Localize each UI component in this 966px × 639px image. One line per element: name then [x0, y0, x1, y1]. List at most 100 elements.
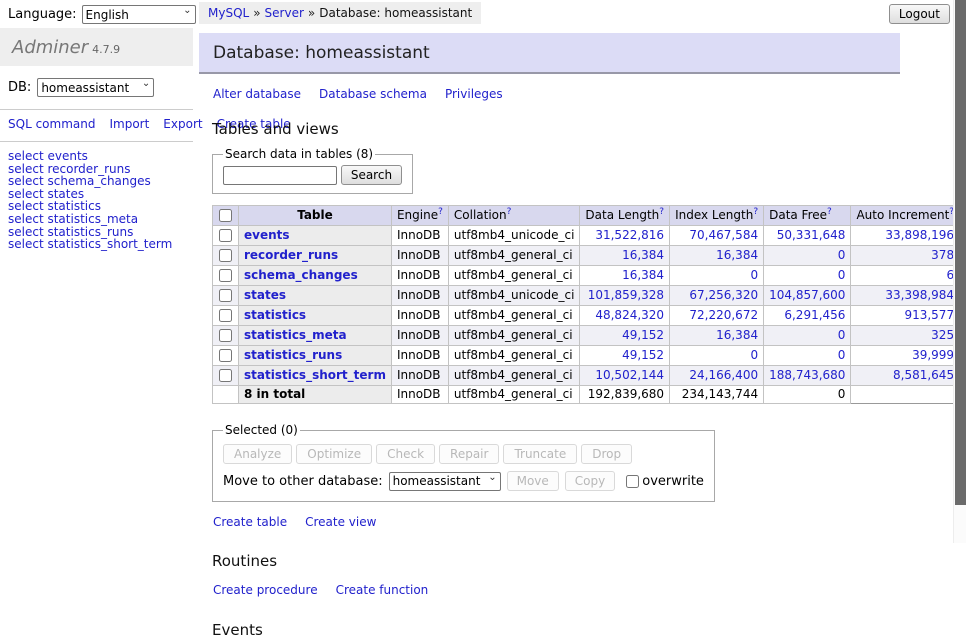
data-length-link[interactable]: 10,502,144	[595, 368, 664, 382]
data-free-link[interactable]: 0	[838, 248, 846, 262]
help-link[interactable]: ?	[659, 207, 664, 217]
check-button[interactable]: Check	[376, 444, 435, 464]
index-length-link[interactable]: 70,467,584	[689, 228, 758, 242]
data-free-link[interactable]: 188,743,680	[769, 368, 845, 382]
row-checkbox[interactable]	[219, 349, 232, 362]
privileges-link[interactable]: Privileges	[445, 87, 503, 101]
create-table-link-bottom[interactable]: Create table	[213, 515, 287, 529]
table-name-link[interactable]: schema_changes	[244, 268, 358, 282]
index-length-link[interactable]: 16,384	[716, 328, 758, 342]
create-view-link[interactable]: Create view	[305, 515, 376, 529]
auto-increment-link[interactable]: 33,398,984	[885, 288, 954, 302]
db-select[interactable]: homeassistant	[37, 78, 154, 97]
collation-cell: utf8mb4_general_ci	[448, 266, 580, 286]
row-checkbox[interactable]	[219, 329, 232, 342]
data-length-link[interactable]: 31,522,816	[595, 228, 664, 242]
analyze-button[interactable]: Analyze	[223, 444, 292, 464]
data-free-link[interactable]: 6,291,456	[784, 308, 845, 322]
data-free-link[interactable]: 104,857,600	[769, 288, 845, 302]
language-bar: Language: English	[8, 5, 196, 24]
data-length-link[interactable]: 16,384	[622, 268, 664, 282]
data-free-link[interactable]: 0	[838, 328, 846, 342]
index-length-link[interactable]: 16,384	[716, 248, 758, 262]
auto-increment-link[interactable]: 913,577	[904, 308, 954, 322]
breadcrumb-server-link[interactable]: Server	[265, 6, 304, 20]
data-free-link[interactable]: 0	[838, 348, 846, 362]
row-checkbox[interactable]	[219, 249, 232, 262]
help-link[interactable]: ?	[507, 207, 512, 217]
scrollbar-thumb[interactable]	[955, 0, 966, 505]
total-engine-cell: InnoDB	[391, 386, 448, 404]
truncate-button[interactable]: Truncate	[503, 444, 577, 464]
selected-legend: Selected (0)	[223, 423, 300, 437]
column-header-auto-increment: Auto Increment?	[851, 206, 960, 226]
auto-increment-link[interactable]: 325	[931, 328, 954, 342]
auto-increment-link[interactable]: 378	[931, 248, 954, 262]
create-procedure-link[interactable]: Create procedure	[213, 583, 318, 597]
data-length-link[interactable]: 49,152	[622, 348, 664, 362]
data-length-link[interactable]: 48,824,320	[595, 308, 664, 322]
engine-cell: InnoDB	[391, 346, 448, 366]
repair-button[interactable]: Repair	[439, 444, 499, 464]
create-function-link[interactable]: Create function	[336, 583, 429, 597]
data-free-cell: 50,331,648	[764, 226, 851, 246]
move-db-select[interactable]: homeassistant	[389, 472, 501, 491]
auto-increment-link[interactable]: 33,898,196	[885, 228, 954, 242]
optimize-button[interactable]: Optimize	[296, 444, 372, 464]
sidebar: Adminer4.7.9 DB: homeassistant SQL comma…	[0, 28, 193, 259]
index-length-link[interactable]: 72,220,672	[689, 308, 758, 322]
index-length-link[interactable]: 24,166,400	[689, 368, 758, 382]
index-length-link[interactable]: 0	[750, 348, 758, 362]
table-name-link[interactable]: statistics_runs	[244, 348, 342, 362]
table-name-link[interactable]: recorder_runs	[244, 248, 338, 262]
alter-database-link[interactable]: Alter database	[213, 87, 301, 101]
column-header-engine: Engine?	[391, 206, 448, 226]
table-name-link[interactable]: statistics	[244, 308, 306, 322]
index-length-link[interactable]: 0	[750, 268, 758, 282]
breadcrumb-mysql-link[interactable]: MySQL	[208, 6, 249, 20]
table-name-link[interactable]: events	[244, 228, 290, 242]
export-link[interactable]: Export	[163, 117, 202, 131]
copy-button[interactable]: Copy	[565, 471, 615, 491]
sidebar-item-select-schema-changes[interactable]: select schema_changes	[8, 175, 185, 188]
table-name-link[interactable]: statistics_short_term	[244, 368, 386, 382]
data-free-cell: 188,743,680	[764, 366, 851, 386]
drop-button[interactable]: Drop	[581, 444, 632, 464]
sidebar-table-list: select events select recorder_runs selec…	[0, 142, 193, 259]
search-input[interactable]	[223, 166, 337, 185]
data-free-link[interactable]: 50,331,648	[777, 228, 846, 242]
row-checkbox[interactable]	[219, 289, 232, 302]
row-checkbox[interactable]	[219, 369, 232, 382]
data-length-link[interactable]: 16,384	[622, 248, 664, 262]
auto-increment-link[interactable]: 39,999	[912, 348, 954, 362]
sidebar-item-select-statistics-meta[interactable]: select statistics_meta	[8, 213, 185, 226]
help-link[interactable]: ?	[438, 207, 443, 217]
help-link[interactable]: ?	[753, 207, 758, 217]
search-button[interactable]: Search	[341, 165, 402, 185]
sidebar-item-select-statistics-short-term[interactable]: select statistics_short_term	[8, 238, 185, 251]
data-length-link[interactable]: 101,859,328	[588, 288, 664, 302]
data-length-link[interactable]: 49,152	[622, 328, 664, 342]
help-link[interactable]: ?	[827, 207, 832, 217]
move-button[interactable]: Move	[507, 471, 559, 491]
row-checkbox[interactable]	[219, 309, 232, 322]
data-free-link[interactable]: 0	[838, 268, 846, 282]
row-checkbox[interactable]	[219, 229, 232, 242]
vertical-scrollbar[interactable]	[953, 0, 966, 543]
table-name-link[interactable]: states	[244, 288, 286, 302]
import-link[interactable]: Import	[109, 117, 149, 131]
sql-command-link[interactable]: SQL command	[8, 117, 95, 131]
database-schema-link[interactable]: Database schema	[319, 87, 427, 101]
auto-increment-link[interactable]: 8,581,645	[893, 368, 954, 382]
table-name-link[interactable]: statistics_meta	[244, 328, 347, 342]
row-checkbox[interactable]	[219, 269, 232, 282]
overwrite-checkbox[interactable]	[626, 475, 639, 488]
sidebar-item-select-events[interactable]: select events	[8, 150, 185, 163]
index-length-cell: 0	[670, 266, 764, 286]
logout-button[interactable]: Logout	[889, 4, 950, 24]
table-row: events InnoDB utf8mb4_unicode_ci 31,522,…	[213, 226, 966, 246]
column-header-data-length: Data Length?	[580, 206, 670, 226]
select-all-checkbox[interactable]	[219, 209, 232, 222]
language-select[interactable]: English	[82, 5, 196, 24]
index-length-link[interactable]: 67,256,320	[689, 288, 758, 302]
